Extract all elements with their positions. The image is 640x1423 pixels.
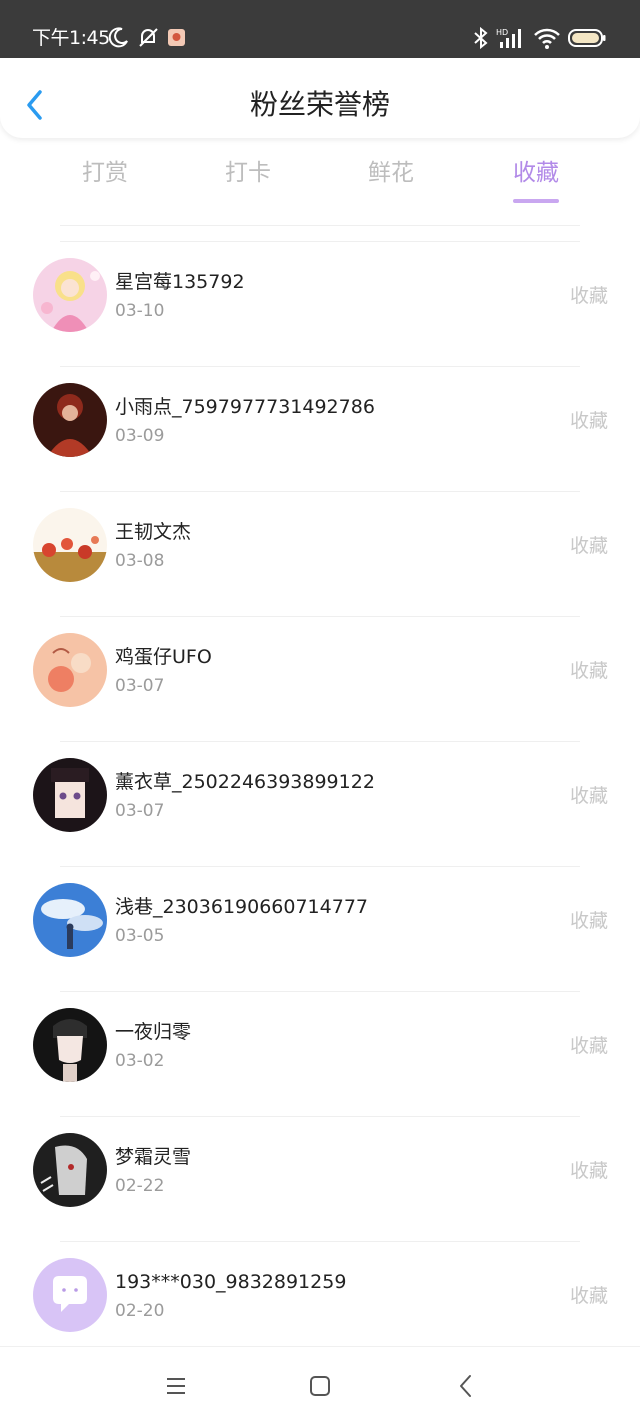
favorite-label: 收藏 [569, 910, 608, 932]
list-item[interactable]: 梦霜灵雪 02-22 收藏 [0, 1116, 640, 1241]
fan-date: 03-05 [115, 926, 165, 946]
back-triangle-icon[interactable] [451, 1371, 481, 1401]
signal-hd-icon: HD [496, 28, 521, 48]
list-item[interactable]: 王韧文杰 03-08 收藏 [0, 491, 640, 616]
sketch-face-avatar [33, 1133, 107, 1207]
fan-name: 梦霜灵雪 [115, 1146, 192, 1168]
fan-date: 03-08 [115, 551, 165, 571]
fan-name: 薰衣草_2502246393899122 [115, 771, 375, 793]
divider [60, 741, 580, 742]
anime-girl-dark-hair-avatar [33, 758, 107, 832]
portrait-red-avatar [33, 383, 107, 457]
list-item[interactable]: 一夜归零 03-02 收藏 [0, 991, 640, 1116]
system-nav-bar [0, 1346, 640, 1423]
fan-name: 浅巷_23036190660714777 [115, 896, 369, 918]
list-item[interactable]: 星宫莓135792 03-10 收藏 [0, 241, 640, 366]
fan-name: 王韧文杰 [115, 521, 192, 543]
fan-name: 星宫莓135792 [115, 271, 245, 293]
divider [60, 225, 580, 226]
favorite-label: 收藏 [569, 1035, 608, 1057]
divider [60, 616, 580, 617]
fan-date: 02-20 [115, 1301, 165, 1321]
fan-date: 02-22 [115, 1176, 165, 1196]
fan-date: 03-07 [115, 801, 165, 821]
tab-reward[interactable]: 打赏 [55, 158, 155, 188]
anime-girl-pink-avatar [33, 258, 107, 332]
battery-icon [568, 29, 606, 47]
bell-off-icon [139, 28, 158, 47]
tab-favorites[interactable]: 收藏 [486, 158, 586, 188]
status-time: 下午1:45 [32, 27, 110, 49]
fan-name: 193***030_9832891259 [115, 1271, 347, 1293]
fan-name: 小雨点_7597977731492786 [115, 396, 375, 418]
header: 粉丝荣誉榜 [0, 58, 640, 138]
favorite-label: 收藏 [569, 285, 608, 307]
divider [60, 241, 580, 242]
bluetooth-icon [474, 26, 488, 50]
fan-name: 一夜归零 [115, 1021, 192, 1043]
wifi-icon [534, 28, 560, 49]
list-item[interactable]: 薰衣草_2502246393899122 03-07 收藏 [0, 741, 640, 866]
divider [60, 491, 580, 492]
fan-date: 03-07 [115, 676, 165, 696]
fan-date: 03-02 [115, 1051, 165, 1071]
sky-figure-avatar [33, 883, 107, 957]
favorite-label: 收藏 [569, 410, 608, 432]
peach-illustration-avatar [33, 633, 107, 707]
favorite-label: 收藏 [569, 1160, 608, 1182]
anime-boy-avatar [33, 1008, 107, 1082]
fan-list: 星宫莓135792 03-10 收藏 小雨点_7597977731492786 … [0, 241, 640, 1366]
home-square-icon[interactable] [305, 1371, 335, 1401]
divider [60, 366, 580, 367]
menu-icon[interactable] [161, 1371, 191, 1401]
moon-icon [108, 27, 128, 48]
list-item[interactable]: 浅巷_23036190660714777 03-05 收藏 [0, 866, 640, 991]
fan-date: 03-10 [115, 301, 165, 321]
favorite-label: 收藏 [569, 1285, 608, 1307]
divider [60, 1241, 580, 1242]
flowers-avatar [33, 508, 107, 582]
fan-name: 鸡蛋仔UFO [115, 646, 212, 668]
page-title: 粉丝荣誉榜 [249, 88, 390, 121]
divider [60, 1116, 580, 1117]
list-item[interactable]: 小雨点_7597977731492786 03-09 收藏 [0, 366, 640, 491]
favorite-label: 收藏 [569, 785, 608, 807]
favorite-label: 收藏 [569, 535, 608, 557]
divider [60, 991, 580, 992]
status-bar: 下午1:45 HD [0, 0, 640, 58]
fan-date: 03-09 [115, 426, 165, 446]
favorite-label: 收藏 [569, 660, 608, 682]
default-chat-avatar [33, 1258, 107, 1332]
tab-checkin[interactable]: 打卡 [198, 158, 298, 188]
list-item[interactable]: 鸡蛋仔UFO 03-07 收藏 [0, 616, 640, 741]
divider [60, 866, 580, 867]
active-tab-indicator [513, 199, 559, 203]
tab-flowers[interactable]: 鲜花 [341, 158, 441, 188]
svg-text:HD: HD [496, 28, 508, 37]
app-notification-icon [168, 29, 185, 46]
